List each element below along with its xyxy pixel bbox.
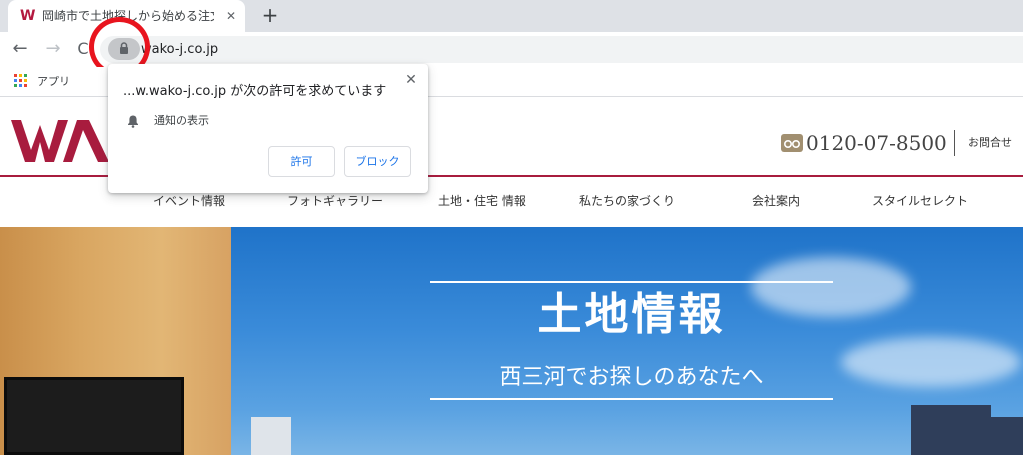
allow-button[interactable]: 許可 [268,146,335,177]
permission-label: 通知の表示 [154,114,209,127]
contact-link[interactable]: お問合せ [968,136,1012,150]
block-button[interactable]: ブロック [344,146,411,177]
hero-bottom-rule [430,398,833,400]
nav-item-company[interactable]: 会社案内 [752,192,800,210]
building-image [251,417,291,455]
site-logo[interactable] [11,120,109,162]
nav-item-events[interactable]: イベント情報 [153,192,225,210]
tv-image [4,377,184,455]
hero-interior-photo [0,227,231,455]
cloud-image [841,337,1021,387]
url-text[interactable]: wako-j.co.jp [141,41,218,58]
close-icon[interactable]: ✕ [401,70,421,90]
notification-permission-dialog: ...w.wako-j.co.jp が次の許可を求めています ✕ 通知の表示 許… [108,64,428,193]
logo-mark [11,120,109,162]
bell-icon [128,115,138,128]
hero-title: 土地情報 [537,289,726,340]
site-favicon-icon: W [20,8,36,24]
apps-bookmark-label[interactable]: アプリ [37,75,70,89]
header-divider [954,130,955,156]
new-tab-button[interactable]: + [259,4,281,26]
phone-number[interactable]: 0120-07-8500 [806,130,947,156]
nav-item-land-housing[interactable]: 土地・住宅 情報 [438,192,526,210]
tab-close-icon[interactable]: ✕ [223,8,239,24]
nav-item-our-homes[interactable]: 私たちの家づくり [579,192,675,210]
hero-top-rule [430,281,833,283]
apps-icon[interactable] [14,74,29,89]
nav-item-photo-gallery[interactable]: フォトギャラリー [287,192,383,210]
hero-subtitle: 西三河でお探しのあなたへ [499,365,764,390]
nav-item-style-select[interactable]: スタイルセレクト [872,192,968,210]
house-image [911,405,991,455]
free-dial-icon [781,134,803,152]
address-bar[interactable] [100,36,1023,63]
forward-arrow-icon[interactable]: → [42,38,64,60]
dialog-title: ...w.wako-j.co.jp が次の許可を求めています [123,84,387,99]
back-arrow-icon[interactable]: ← [9,38,31,60]
house-image [991,417,1023,455]
